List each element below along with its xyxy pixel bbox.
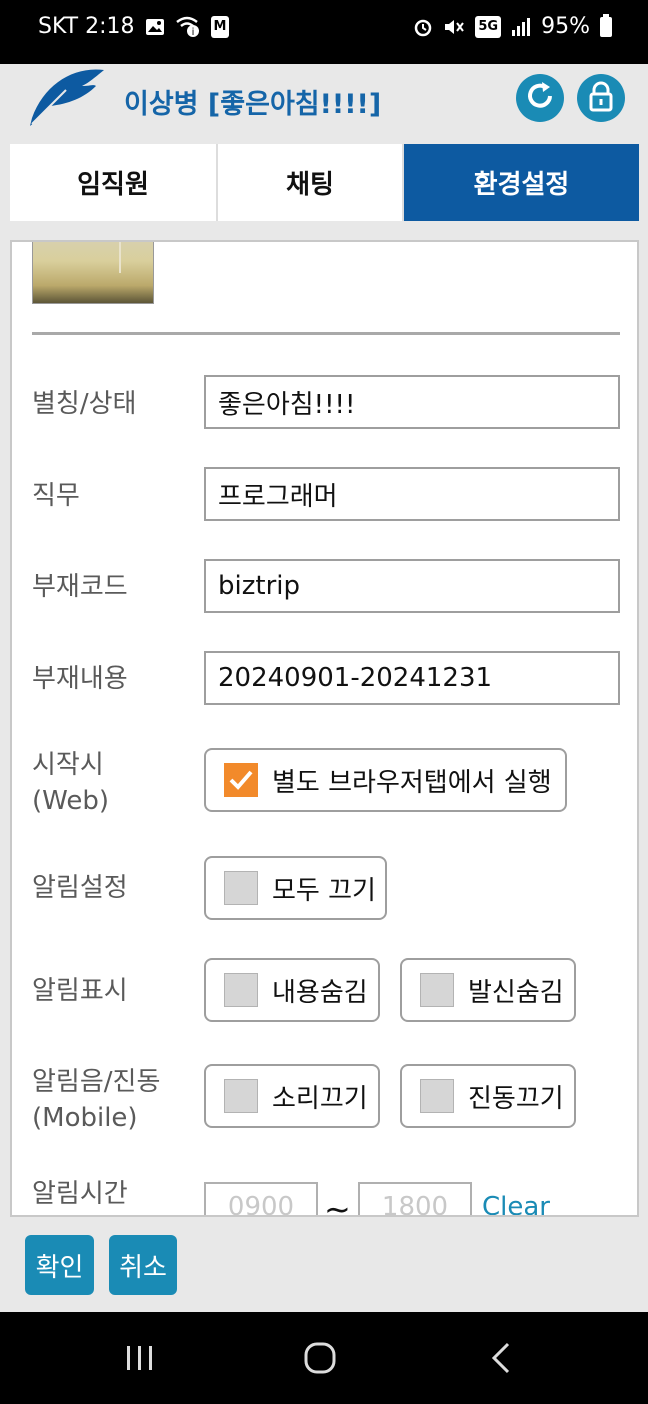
main-tabs: 임직원 채팅 환경설정	[10, 144, 639, 221]
vibrate-off-label: 진동끄기	[468, 1083, 564, 1114]
time-separator: ~	[324, 1190, 351, 1217]
alarm-icon	[413, 16, 433, 38]
hide-content-label: 내용숨김	[272, 977, 368, 1008]
feather-logo-icon	[24, 64, 110, 130]
nickname-label: 별칭/상태	[32, 389, 137, 419]
system-nav-bar	[0, 1312, 648, 1404]
notify-sound-label: 알림음/진동 (Mobile)	[32, 1064, 160, 1136]
recent-apps-icon[interactable]	[122, 1340, 158, 1376]
battery-percent: 95%	[541, 14, 590, 39]
carrier-time: SKT 2:18	[38, 14, 135, 39]
tab-chat[interactable]: 채팅	[218, 144, 404, 221]
sound-off-toggle[interactable]: 소리끄기	[204, 1064, 380, 1128]
svg-text:i: i	[191, 27, 194, 38]
absence-content-label: 부재내용	[32, 664, 128, 694]
startup-label-line1: 시작시	[32, 750, 104, 780]
clear-time-link[interactable]: Clear	[482, 1192, 550, 1215]
notify-all-off-toggle[interactable]: 모두 끄기	[204, 856, 387, 920]
profile-photo-thumbnail	[32, 242, 154, 304]
notify-sound-label-line2: (Mobile)	[32, 1103, 138, 1133]
refresh-icon	[523, 79, 557, 117]
tab-employees[interactable]: 임직원	[10, 144, 218, 221]
refresh-button[interactable]	[516, 74, 564, 122]
back-icon[interactable]	[484, 1340, 520, 1376]
notify-start-time-input[interactable]: 0900	[204, 1182, 318, 1215]
user-title: 이상병 [좋은아침!!!!]	[124, 89, 382, 120]
lock-button[interactable]	[577, 74, 625, 122]
startup-label-line2: (Web)	[32, 786, 109, 816]
confirm-button[interactable]: 확인	[25, 1235, 94, 1295]
section-divider	[32, 332, 620, 335]
job-label: 직무	[32, 481, 80, 511]
app-header: 이상병 [좋은아침!!!!]	[0, 64, 648, 144]
hide-sender-label: 발신숨김	[468, 977, 564, 1008]
home-icon[interactable]	[302, 1340, 338, 1376]
hide-content-toggle[interactable]: 내용숨김	[204, 958, 380, 1022]
notify-sound-label-line1: 알림음/진동	[32, 1067, 161, 1097]
image-icon	[145, 16, 165, 38]
checkbox-icon[interactable]	[420, 1079, 454, 1113]
mute-icon	[443, 16, 465, 38]
startup-label: 시작시 (Web)	[32, 747, 109, 819]
notify-display-label: 알림표시	[32, 976, 128, 1006]
absence-content-field[interactable]: 20240901-20241231	[204, 651, 620, 705]
status-bar: SKT 2:18 i M 5G 95%	[0, 0, 648, 64]
startup-option-label: 별도 브라우저탭에서 실행	[272, 767, 552, 798]
cancel-button[interactable]: 취소	[109, 1235, 177, 1295]
checkbox-icon[interactable]	[420, 973, 454, 1007]
signal-icon	[511, 16, 531, 38]
notify-end-time-input[interactable]: 1800	[358, 1182, 472, 1215]
checkbox-icon[interactable]	[224, 871, 258, 905]
absence-code-label: 부재코드	[32, 572, 128, 602]
vibrate-off-toggle[interactable]: 진동끄기	[400, 1064, 576, 1128]
checkbox-checked-icon[interactable]	[224, 763, 258, 797]
hide-sender-toggle[interactable]: 발신숨김	[400, 958, 576, 1022]
checkbox-icon[interactable]	[224, 1079, 258, 1113]
sound-off-label: 소리끄기	[272, 1083, 368, 1114]
tab-settings[interactable]: 환경설정	[404, 144, 639, 221]
notify-setting-label: 알림설정	[32, 873, 128, 903]
startup-new-tab-toggle[interactable]: 별도 브라우저탭에서 실행	[204, 748, 567, 812]
settings-panel[interactable]: 별칭/상태 좋은아침!!!! 직무 프로그래머 부재코드 biztrip 부재내…	[10, 240, 639, 1217]
absence-code-field[interactable]: biztrip	[204, 559, 620, 613]
nickname-field[interactable]: 좋은아침!!!!	[204, 375, 620, 429]
battery-icon	[600, 13, 612, 37]
mstock-icon: M	[210, 15, 230, 38]
network-5g-icon: 5G	[475, 15, 502, 38]
wifi-calling-icon: i	[175, 16, 201, 38]
lock-icon	[587, 80, 615, 116]
notify-time-label: 알림시간	[32, 1179, 128, 1209]
notify-all-off-label: 모두 끄기	[272, 875, 376, 906]
checkbox-icon[interactable]	[224, 973, 258, 1007]
job-field[interactable]: 프로그래머	[204, 467, 620, 521]
